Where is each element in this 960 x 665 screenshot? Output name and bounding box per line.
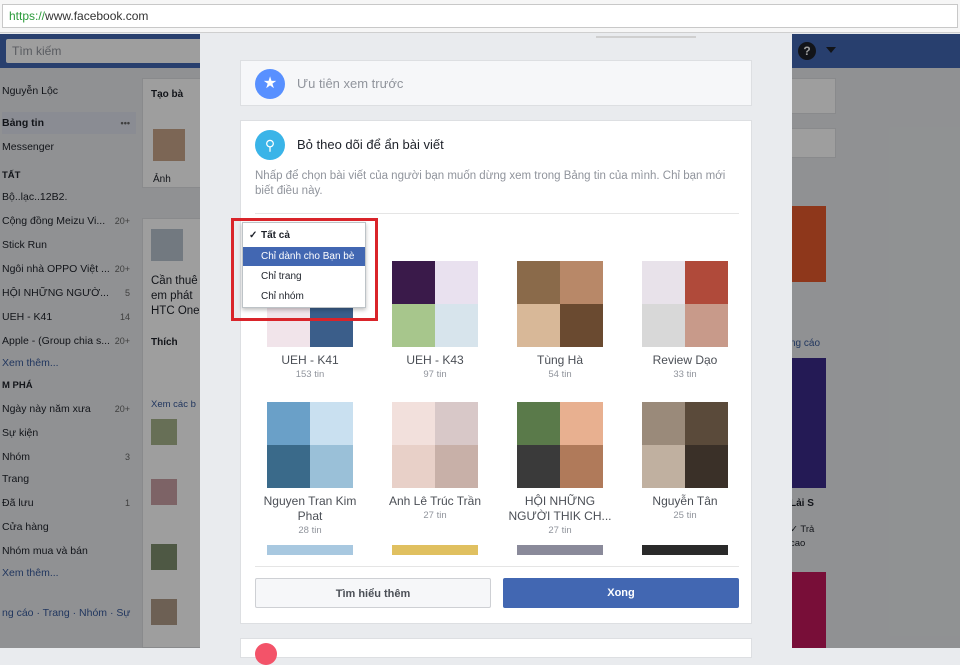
profile-name: UEH - K43 (406, 353, 464, 367)
profile-name: Review Dạo (652, 353, 718, 367)
photo-cell (642, 402, 685, 445)
unfollow-description: Nhấp để chọn bài viết của người bạn muốn… (255, 170, 726, 197)
post-count: 27 tin (548, 525, 572, 536)
profile-thumbnail (517, 402, 603, 488)
profile-thumbnail[interactable] (642, 545, 728, 555)
divider (255, 566, 739, 567)
option-icon (255, 643, 277, 665)
profile-name: UEH - K41 (281, 353, 339, 367)
photo-cell (517, 304, 560, 347)
address-field[interactable]: https://www.facebook.com (2, 4, 958, 28)
profile-tile[interactable]: Nguyễn Tân 25 tin (630, 402, 740, 521)
post-count: 28 tin (298, 525, 322, 536)
profile-thumbnail[interactable] (267, 545, 353, 555)
photo-cell (392, 304, 435, 347)
profile-tile[interactable]: Anh Lê Trúc Trần 27 tin (380, 402, 490, 521)
profile-tile[interactable]: Tùng Hà 54 tin (505, 261, 615, 380)
profile-thumbnail (392, 402, 478, 488)
photo-cell (517, 402, 560, 445)
photo-cell (560, 261, 603, 304)
profile-thumbnail[interactable] (517, 545, 603, 555)
news-feed-preferences-dialog: ★ Ưu tiên xem trước ⚲ Bỏ theo dõi để ẩn … (200, 34, 792, 665)
post-count: 97 tin (423, 369, 447, 380)
profile-name: Nguyễn Tân (652, 494, 718, 508)
photo-cell (267, 445, 310, 488)
photo-cell (685, 402, 728, 445)
next-option-panel[interactable] (240, 638, 752, 665)
photo-cell (392, 445, 435, 488)
learn-more-button[interactable]: Tìm hiểu thêm (255, 578, 491, 608)
unfollow-title: Bỏ theo dõi để ẩn bài viết (297, 137, 444, 152)
photo-cell (267, 402, 310, 445)
profile-tile[interactable]: Nguyen Tran Kim Phat 28 tin (255, 402, 365, 536)
profile-tile[interactable]: Review Dạo 33 tin (630, 261, 740, 380)
profile-thumbnail (642, 402, 728, 488)
profile-tile[interactable]: UEH - K43 97 tin (380, 261, 490, 380)
photo-cell (642, 304, 685, 347)
search-icon: ⚲ (255, 130, 285, 160)
star-icon: ★ (255, 69, 285, 99)
profile-thumbnail[interactable] (392, 545, 478, 555)
post-count: 33 tin (673, 369, 697, 380)
profile-thumbnail (267, 402, 353, 488)
url-host: www.facebook.com (45, 9, 149, 23)
url-scheme: https:// (9, 9, 46, 23)
photo-cell (435, 304, 478, 347)
photo-cell (560, 445, 603, 488)
see-first-option[interactable]: ★ Ưu tiên xem trước (240, 60, 752, 106)
unfollow-panel: ⚲ Bỏ theo dõi để ẩn bài viết Nhấp để chọ… (240, 120, 752, 624)
profile-thumbnail (642, 261, 728, 347)
photo-cell (517, 261, 560, 304)
dialog-header-divider (596, 36, 696, 38)
photo-cell (685, 261, 728, 304)
see-first-title: Ưu tiên xem trước (297, 76, 404, 91)
photo-cell (685, 304, 728, 347)
photo-cell (685, 445, 728, 488)
divider (255, 213, 739, 214)
profile-name: HỘI NHỮNG NGƯỜI THIK CH... (508, 494, 612, 523)
highlight-annotation (231, 218, 378, 321)
photo-cell (310, 445, 353, 488)
profile-name: Nguyen Tran Kim Phat (263, 494, 357, 523)
photo-cell (392, 261, 435, 304)
profile-name: Anh Lê Trúc Trần (388, 494, 482, 508)
profile-thumbnail (517, 261, 603, 347)
post-count: 25 tin (673, 510, 697, 521)
photo-cell (642, 261, 685, 304)
photo-cell (517, 445, 560, 488)
post-count: 27 tin (423, 510, 447, 521)
browser-url-bar: https://www.facebook.com (0, 0, 960, 33)
post-count: 153 tin (295, 369, 325, 380)
profile-thumbnail (392, 261, 478, 347)
photo-cell (435, 445, 478, 488)
profile-tile[interactable]: HỘI NHỮNG NGƯỜI THIK CH... 27 tin (505, 402, 615, 536)
profile-name: Tùng Hà (536, 353, 584, 367)
photo-cell (560, 402, 603, 445)
post-count: 54 tin (548, 369, 572, 380)
photo-cell (392, 402, 435, 445)
photo-cell (310, 402, 353, 445)
photo-cell (435, 261, 478, 304)
photo-cell (642, 445, 685, 488)
done-button[interactable]: Xong (503, 578, 739, 608)
photo-cell (560, 304, 603, 347)
photo-cell (435, 402, 478, 445)
